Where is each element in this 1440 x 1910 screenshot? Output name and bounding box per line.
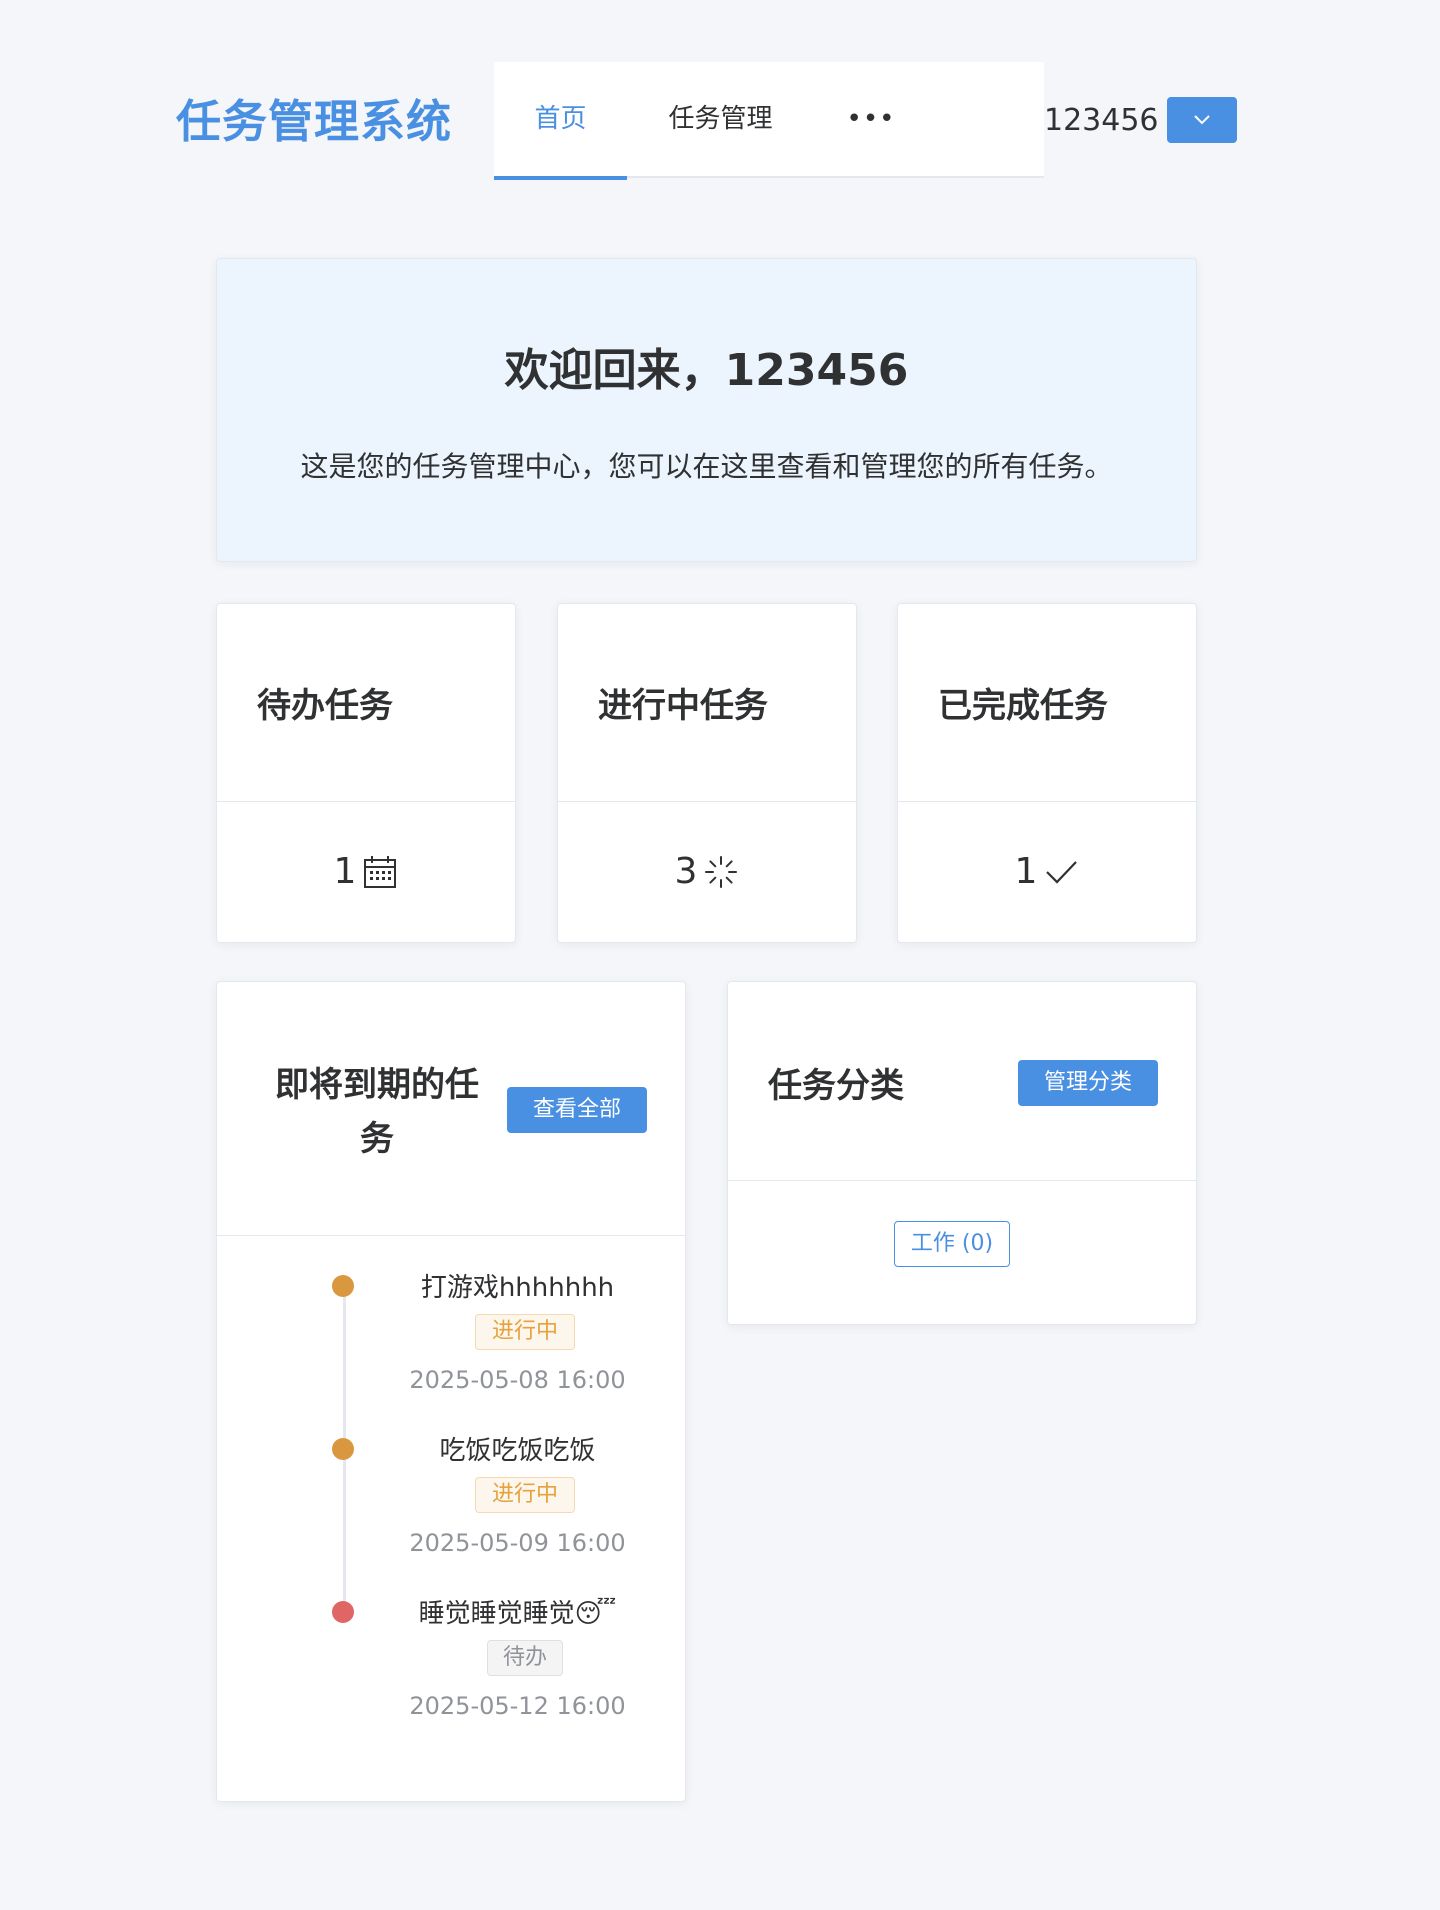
stat-card-in-progress: 进行中任务 3 <box>557 603 857 943</box>
task-categories-header: 任务分类 管理分类 <box>728 982 1196 1181</box>
stat-card-header: 待办任务 <box>217 604 515 802</box>
upcoming-tasks-header: 即将到期的任 务 查看全部 <box>217 982 685 1236</box>
task-title: 睡觉睡觉睡觉😴 <box>418 1599 617 1629</box>
timeline-dot <box>332 1438 354 1460</box>
task-title: 打游戏hhhhhhh <box>420 1273 615 1303</box>
stat-card-body: 1 <box>217 802 515 942</box>
upcoming-tasks-title-line2: 务 <box>360 1119 394 1159</box>
category-tag-work[interactable]: 工作 (0) <box>894 1221 1010 1267</box>
welcome-description: 这是您的任务管理中心，您可以在这里查看和管理您的所有任务。 <box>300 450 1113 483</box>
check-icon <box>1046 861 1078 884</box>
view-all-button[interactable]: 查看全部 <box>507 1087 647 1133</box>
stat-card-body: 3 <box>558 802 856 942</box>
upcoming-tasks-title: 即将到期的任 务 <box>257 1058 497 1166</box>
task-title: 吃饭吃饭吃饭 <box>439 1436 596 1466</box>
status-badge: 进行中 <box>475 1477 575 1513</box>
app-logo: 任务管理系统 <box>176 95 453 148</box>
user-dropdown-button[interactable] <box>1167 97 1237 143</box>
nav-tab-home[interactable]: 首页 <box>494 62 627 180</box>
stat-card-body: 1 <box>898 802 1196 942</box>
task-categories-card: 任务分类 管理分类 工作 (0) <box>727 981 1197 1325</box>
top-nav: 首页 任务管理 ••• <box>494 62 1044 180</box>
nav-tab-task-management[interactable]: 任务管理 <box>627 62 814 178</box>
task-due-time: 2025-05-09 16:00 <box>409 1529 626 1557</box>
stat-card-header: 已完成任务 <box>898 604 1196 802</box>
upcoming-tasks-title-line1: 即将到期的任 <box>275 1065 479 1105</box>
timeline-dot <box>332 1601 354 1623</box>
stat-title: 已完成任务 <box>938 686 1108 726</box>
nav-more-icon[interactable]: ••• <box>814 62 928 178</box>
user-name: 123456 <box>1044 103 1159 138</box>
manage-categories-button[interactable]: 管理分类 <box>1018 1060 1158 1106</box>
loading-icon <box>705 856 738 888</box>
stat-title: 进行中任务 <box>598 686 768 726</box>
stat-card-header: 进行中任务 <box>558 604 856 802</box>
chevron-down-icon <box>1194 115 1210 125</box>
welcome-card: 欢迎回来，123456 这是您的任务管理中心，您可以在这里查看和管理您的所有任务… <box>216 258 1197 562</box>
timeline-dot <box>332 1275 354 1297</box>
stat-card-todo: 待办任务 1 <box>216 603 516 943</box>
task-due-time: 2025-05-08 16:00 <box>409 1366 626 1394</box>
task-due-time: 2025-05-12 16:00 <box>409 1692 626 1720</box>
stat-value: 1 <box>1014 851 1038 892</box>
status-badge: 待办 <box>487 1640 563 1676</box>
stat-value: 1 <box>333 851 357 892</box>
stat-value: 3 <box>674 851 698 892</box>
stat-title: 待办任务 <box>257 686 393 726</box>
task-categories-title: 任务分类 <box>768 1066 904 1106</box>
stat-card-completed: 已完成任务 1 <box>897 603 1197 943</box>
welcome-title: 欢迎回来，123456 <box>504 345 909 396</box>
calendar-icon <box>364 856 397 888</box>
status-badge: 进行中 <box>475 1314 575 1350</box>
